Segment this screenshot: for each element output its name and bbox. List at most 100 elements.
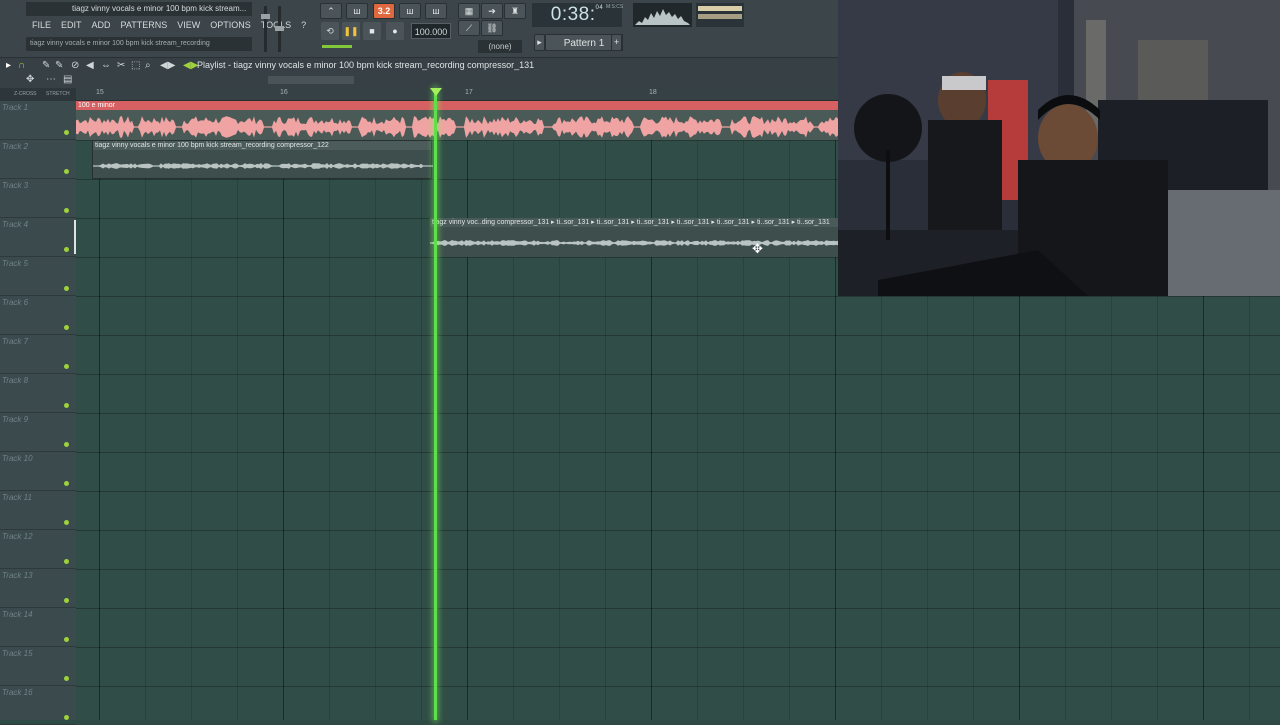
track-enable-icon[interactable] [64,325,69,330]
track-enable-icon[interactable] [64,208,69,213]
track-enable-icon[interactable] [64,559,69,564]
prev-pattern-button[interactable]: ▸ [534,34,545,51]
waveform-vocal-122 [93,163,433,169]
track-enable-icon[interactable] [64,598,69,603]
master-volume-slider[interactable] [261,6,270,52]
track-header-2[interactable]: Track 2 [0,140,76,179]
delete-icon[interactable]: ⊘ [71,60,79,71]
track-header-14[interactable]: Track 14 [0,608,76,647]
transport-volume-bar[interactable] [322,45,352,48]
zoom-icon[interactable]: ⌕ [145,60,151,71]
track-header-1[interactable]: Track 1 [0,101,76,140]
pause-icon[interactable]: ❚❚ [342,22,360,40]
track-enable-icon[interactable] [64,364,69,369]
track-header-16[interactable]: Track 16 [0,686,76,725]
track-header-4[interactable]: Track 4 [0,218,76,257]
menu-patterns[interactable]: PATTERNS [117,19,172,31]
ruler-bar-17: 17 [465,89,473,96]
wait-button[interactable]: ш [346,3,368,19]
window-title: tiagz vinny vocals e minor 100 bpm kick … [26,2,252,16]
add-pattern-button[interactable]: + [611,34,622,51]
track-header-8[interactable]: Track 8 [0,374,76,413]
channel-button[interactable]: ♜ [504,3,526,19]
record-icon[interactable]: ● [386,22,404,40]
piano-roll-button[interactable]: ▦ [458,3,480,19]
track-header-9[interactable]: Track 9 [0,413,76,452]
menu-add[interactable]: ADD [88,19,115,31]
playback-icon[interactable]: ◀▶ [160,60,175,71]
step-edit-button[interactable]: ш [399,3,421,19]
menu-edit[interactable]: EDIT [57,19,86,31]
track-enable-icon[interactable] [64,442,69,447]
zcross-label[interactable]: Z-CROSS [14,91,37,97]
playhead[interactable] [434,88,437,720]
paint-icon[interactable]: ✎ [55,60,63,71]
clip-label-beat: 100 e minor [76,101,838,110]
time-unit-label: M:S:CS [606,4,624,10]
stop-icon[interactable]: ■ [363,22,381,40]
track-enable-icon[interactable] [64,130,69,135]
track-label: Track 4 [2,220,29,229]
waveform-beat [76,116,838,138]
track-header-15[interactable]: Track 15 [0,647,76,686]
audio-clip-vocal-131[interactable]: tiagz vinny voc..ding compressor_131 ▸ t… [430,218,838,257]
link-icon[interactable]: ⛓ [481,20,503,36]
track-label: Track 1 [2,103,29,112]
tempo-display[interactable]: 100.000 [411,23,451,39]
playhead-marker-icon[interactable] [430,88,442,96]
track-enable-icon[interactable] [64,169,69,174]
snap-value-button[interactable]: 3.2 [373,3,395,19]
webcam-image [838,0,1280,296]
slip-icon[interactable]: ⇔ [101,60,111,71]
playlist-menu-icon[interactable]: ▸ [6,60,11,71]
horizontal-scrollbar[interactable] [268,76,354,84]
webcam-overlay [838,0,1280,296]
waveform-vocal-131 [430,240,838,246]
track-header-6[interactable]: Track 6 [0,296,76,335]
track-header-10[interactable]: Track 10 [0,452,76,491]
audio-clip-beat[interactable]: 100 e minor [76,101,838,140]
track-enable-icon[interactable] [64,481,69,486]
timeline-ruler[interactable]: 15 16 17 18 [76,88,838,101]
track-enable-icon[interactable] [64,676,69,681]
move-icon[interactable]: ✥ [26,74,34,85]
track-enable-icon[interactable] [64,247,69,252]
track-header-3[interactable]: Track 3 [0,179,76,218]
pattern-picker-icon[interactable]: ⋯ [46,74,56,85]
arrow-button[interactable]: ➔ [481,3,503,19]
track-header-5[interactable]: Track 5 [0,257,76,296]
track-enable-icon[interactable] [64,286,69,291]
track-enable-icon[interactable] [64,403,69,408]
audio-clip-vocal-122[interactable]: tiagz vinny vocals e minor 100 bpm kick … [92,140,433,179]
ruler-bar-16: 16 [280,89,288,96]
track-header-7[interactable]: Track 7 [0,335,76,374]
menu-file[interactable]: FILE [28,19,55,31]
playlist-subbar: ✥ ⋯ ▤ [0,73,838,88]
track-label: Track 9 [2,415,29,424]
select-icon[interactable]: ⬚ [131,60,140,71]
track-label: Track 8 [2,376,29,385]
brush-icon[interactable]: ⟋ [458,20,480,36]
mixer-target-select[interactable]: (none) [478,40,522,53]
menu-options[interactable]: OPTIONS [206,19,255,31]
track-enable-icon[interactable] [64,637,69,642]
draw-icon[interactable]: ✎ [42,60,50,71]
track-headers: Track 1 Track 2 Track 3 Track 4 Track 5 Track… [0,101,76,725]
track-header-12[interactable]: Track 12 [0,530,76,569]
clip-label-vocal-122: tiagz vinny vocals e minor 100 bpm kick … [93,141,431,150]
menu-view[interactable]: VIEW [173,19,204,31]
metronome-button[interactable]: ⌃ [320,3,342,19]
track-enable-icon[interactable] [64,715,69,720]
track-header-11[interactable]: Track 11 [0,491,76,530]
stretch-label[interactable]: STRETCH [46,91,70,97]
menu-help[interactable]: ? [297,19,310,31]
overdub-button[interactable]: ш [425,3,447,19]
track-enable-icon[interactable] [64,520,69,525]
loop-icon[interactable]: ⟲ [321,22,339,40]
track-header-13[interactable]: Track 13 [0,569,76,608]
mute-icon[interactable]: ◀ [86,60,94,71]
master-pitch-slider[interactable] [275,6,284,52]
magnet-icon[interactable]: ∩ [18,60,25,71]
slice-icon[interactable]: ✂ [117,60,125,71]
clip-source-icon[interactable]: ▤ [63,74,72,85]
